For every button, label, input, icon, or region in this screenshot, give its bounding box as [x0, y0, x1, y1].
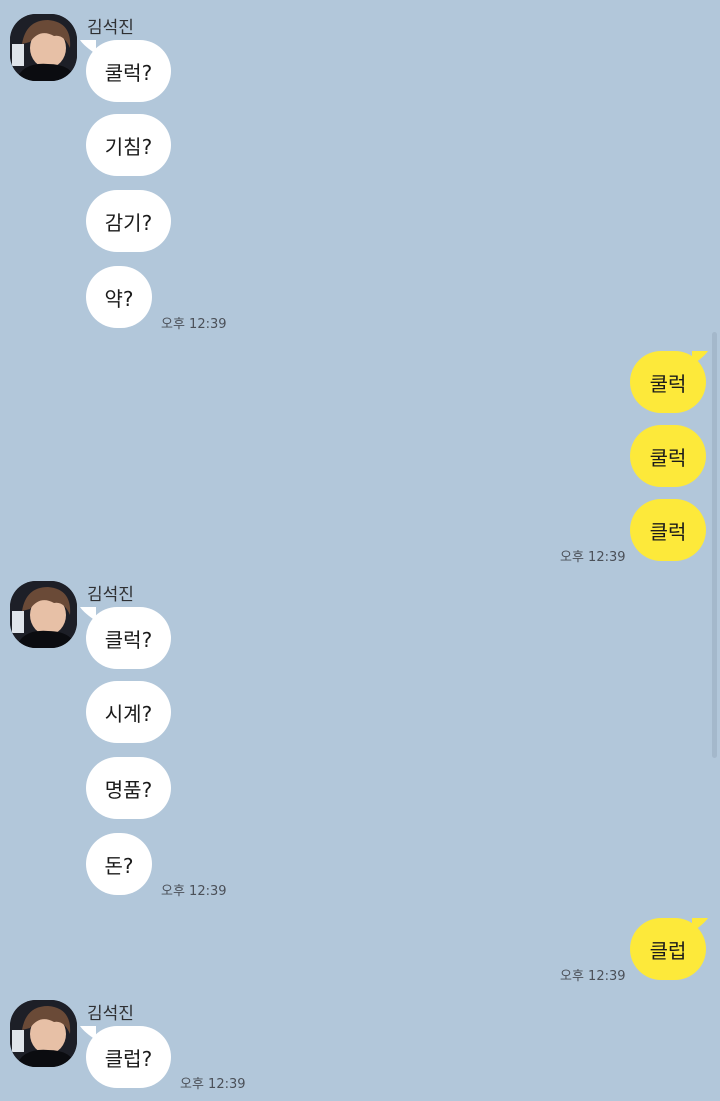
message-time: 오후 12:39 — [161, 317, 227, 332]
avatar[interactable] — [10, 14, 77, 81]
message-time: 오후 12:39 — [161, 884, 227, 899]
message-time: 오후 12:39 — [180, 1077, 246, 1092]
message-bubble[interactable]: 클럽? — [86, 1026, 171, 1088]
message-bubble[interactable]: 명품? — [86, 757, 171, 819]
avatar[interactable] — [10, 581, 77, 648]
message-time: 오후 12:39 — [560, 550, 626, 565]
message-bubble[interactable]: 쿨럭 — [630, 351, 706, 413]
sender-name: 김석진 — [87, 1004, 134, 1024]
scrollbar[interactable] — [712, 332, 717, 758]
message-bubble[interactable]: 클럽 — [630, 918, 706, 980]
sender-name: 김석진 — [87, 18, 134, 38]
message-bubble[interactable]: 쿨럭 — [630, 425, 706, 487]
sender-name: 김석진 — [87, 585, 134, 605]
avatar[interactable] — [10, 1000, 77, 1067]
message-bubble[interactable]: 클럭? — [86, 607, 171, 669]
message-bubble[interactable]: 약? — [86, 266, 152, 328]
message-time: 오후 12:39 — [560, 969, 626, 984]
message-bubble[interactable]: 시계? — [86, 681, 171, 743]
message-bubble[interactable]: 기침? — [86, 114, 171, 176]
message-bubble[interactable]: 감기? — [86, 190, 171, 252]
message-bubble[interactable]: 돈? — [86, 833, 152, 895]
message-bubble[interactable]: 쿨럭? — [86, 40, 171, 102]
message-bubble[interactable]: 클럭 — [630, 499, 706, 561]
